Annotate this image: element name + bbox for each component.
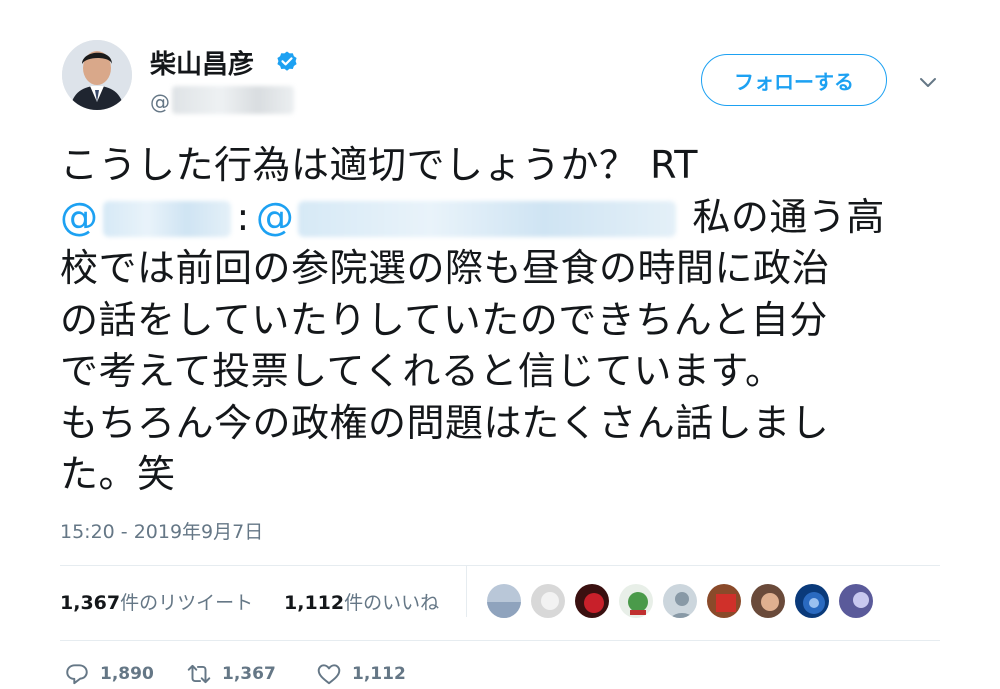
retweet-button[interactable]: 1,367 xyxy=(186,659,276,689)
mention-link[interactable]: @ xyxy=(60,195,99,239)
liker-avatar[interactable] xyxy=(573,582,611,620)
mention-redaction[interactable] xyxy=(298,201,677,237)
tweet-line: た。笑 xyxy=(60,452,176,496)
reply-count: 1,890 xyxy=(100,664,154,684)
mention-link[interactable]: @ xyxy=(256,195,295,239)
follow-button[interactable]: フォローする xyxy=(701,54,887,106)
tweet-card: 柴山昌彦 @ フォローする こうした行為は適切でしょうか？ RT @: @ 私の通う… xyxy=(0,0,1000,689)
retweet-stat-count: 1,367 xyxy=(60,592,121,614)
author-handle[interactable]: @ xyxy=(150,90,170,114)
retweet-count: 1,367 xyxy=(222,664,276,684)
tweet-line: の話をしていたりしていたのできちんと自分 xyxy=(60,297,828,342)
like-stat-count: 1,112 xyxy=(284,592,345,614)
divider xyxy=(60,565,940,566)
tweet-line: こうした行為は適切でしょうか？ RT xyxy=(60,143,698,187)
liker-avatar[interactable] xyxy=(617,582,655,620)
verified-badge-icon xyxy=(277,51,297,71)
like-button[interactable]: 1,112 xyxy=(316,659,406,689)
tweet-line: 校では前回の参院選の際も昼食の時間に政治 xyxy=(60,246,831,290)
tweet-line-mentions: @: @ 私の通う高 xyxy=(60,192,940,244)
author-avatar[interactable] xyxy=(62,40,132,110)
like-stat-label: 件のいいね xyxy=(344,592,440,614)
handle-redaction xyxy=(172,86,294,114)
mention-redaction[interactable] xyxy=(102,201,231,237)
divider xyxy=(60,640,940,641)
tweet-line: もちろん今の政権の問題はたくさん話しまし xyxy=(60,400,830,445)
tweet-text: こうした行為は適切でしょうか？ RT @: @ 私の通う高 校では前回の参院選の際も… xyxy=(60,140,940,501)
liker-avatar[interactable] xyxy=(793,582,831,620)
tweet-text-segment: 私の通う高 xyxy=(692,194,885,239)
liker-avatar[interactable] xyxy=(529,582,567,620)
like-count: 1,112 xyxy=(352,664,406,684)
liker-avatar[interactable] xyxy=(837,582,875,620)
liker-avatar[interactable] xyxy=(661,582,699,620)
liker-avatar[interactable] xyxy=(749,582,787,620)
retweet-stat-label: 件のリツイート xyxy=(120,592,254,614)
liker-avatar[interactable] xyxy=(485,582,523,620)
chevron-down-icon[interactable] xyxy=(916,72,940,92)
mention-separator: : xyxy=(236,194,250,239)
retweet-icon xyxy=(187,664,211,684)
reply-icon xyxy=(66,664,88,685)
stats-separator xyxy=(466,565,467,617)
tweet-line: で考えて投票してくれると信じています。 xyxy=(60,349,784,393)
author-name[interactable]: 柴山昌彦 xyxy=(150,44,254,81)
retweet-stat[interactable]: 1,367件のリツイート xyxy=(60,588,253,615)
tweet-stats: 1,367件のリツイート 1,112件のいいね xyxy=(60,565,940,628)
like-icon xyxy=(317,664,341,685)
like-stat[interactable]: 1,112件のいいね xyxy=(284,588,439,615)
liker-avatar[interactable] xyxy=(705,582,743,620)
reply-button[interactable]: 1,890 xyxy=(64,659,154,689)
tweet-timestamp[interactable]: 15:20 - 2019年9月7日 xyxy=(60,517,263,544)
